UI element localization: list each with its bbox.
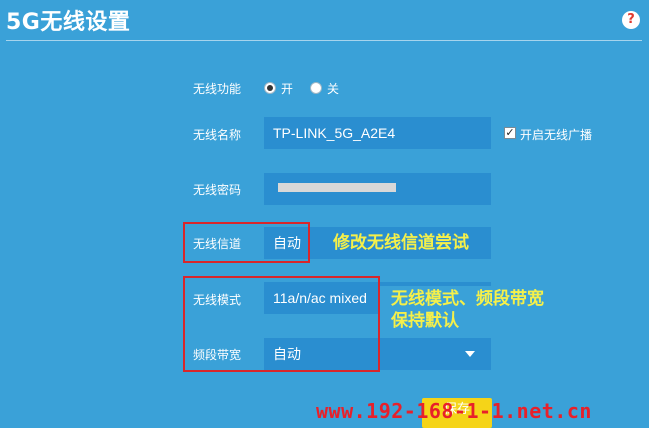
wireless-name-input[interactable]: TP-LINK_5G_A2E4 bbox=[264, 117, 491, 149]
mode-annotation-line2: 保持默认 bbox=[391, 311, 459, 331]
wireless-off-label: 关 bbox=[327, 82, 340, 96]
channel-highlight-box bbox=[183, 222, 310, 263]
wireless-function-label: 无线功能 bbox=[193, 82, 242, 96]
wireless-password-label: 无线密码 bbox=[193, 183, 242, 197]
password-mask bbox=[278, 183, 396, 192]
mode-annotation-line1: 无线模式、频段带宽 bbox=[391, 289, 544, 309]
wireless-on-label: 开 bbox=[281, 82, 294, 96]
title-divider bbox=[6, 40, 642, 41]
wireless-off-radio[interactable] bbox=[310, 82, 322, 94]
page-title: 5G无线设置 bbox=[6, 10, 131, 35]
help-icon[interactable]: ? bbox=[622, 11, 640, 29]
channel-annotation: 修改无线信道尝试 bbox=[333, 233, 469, 253]
broadcast-checkbox[interactable]: ✓ bbox=[504, 127, 516, 139]
broadcast-checkbox-label: 开启无线广播 bbox=[520, 128, 593, 142]
watermark: www.192-168-1-1.net.cn bbox=[316, 399, 592, 423]
wireless-on-radio[interactable] bbox=[264, 82, 276, 94]
mode-band-highlight-box bbox=[183, 276, 380, 372]
wireless-name-label: 无线名称 bbox=[193, 128, 242, 142]
chevron-down-icon[interactable] bbox=[465, 351, 475, 357]
